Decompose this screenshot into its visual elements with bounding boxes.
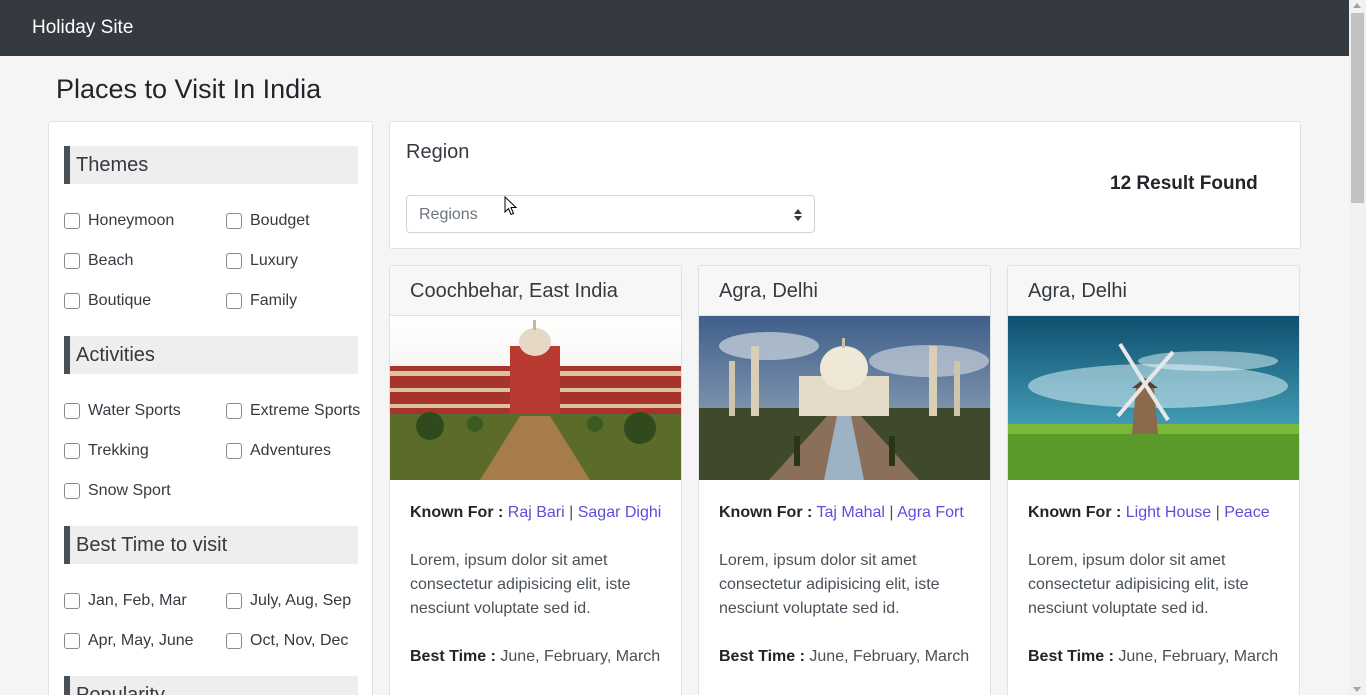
known-for: Known For : Light House | Peace xyxy=(1028,504,1270,521)
checkbox-trekking[interactable]: Trekking xyxy=(64,442,149,460)
checkbox-apr-may-june[interactable]: Apr, May, June xyxy=(64,632,194,650)
checkbox-box[interactable] xyxy=(64,293,80,309)
known-for-link[interactable]: Taj Mahal xyxy=(816,504,884,521)
known-for: Known For : Raj Bari | Sagar Dighi xyxy=(410,504,662,521)
checkbox-box[interactable] xyxy=(64,213,80,229)
checkbox-box[interactable] xyxy=(226,443,242,459)
brand-link[interactable]: Holiday Site xyxy=(32,17,133,39)
known-for-link[interactable]: Peace xyxy=(1224,504,1269,521)
region-select-value: Regions xyxy=(419,206,478,223)
themes-heading: Themes xyxy=(64,146,358,184)
mouse-cursor-icon xyxy=(504,196,518,216)
checkbox-boutique[interactable]: Boutique xyxy=(64,292,151,310)
known-for-link[interactable]: Raj Bari xyxy=(508,504,565,521)
windmill-photo xyxy=(1008,316,1299,480)
card-description: Lorem, ipsum dolor sit amet consectetur … xyxy=(719,552,940,617)
taj-mahal-photo xyxy=(699,316,990,480)
checkbox-box[interactable] xyxy=(64,483,80,499)
checkbox-box[interactable] xyxy=(64,443,80,459)
scroll-up-arrow-icon[interactable] xyxy=(1353,3,1361,8)
region-card: Region Regions 12 Result Found xyxy=(389,121,1301,249)
region-label: Region xyxy=(406,141,470,163)
card-description: Lorem, ipsum dolor sit amet consectetur … xyxy=(410,552,631,617)
checkbox-honeymoon[interactable]: Honeymoon xyxy=(64,212,174,230)
checkbox-box[interactable] xyxy=(226,593,242,609)
known-for: Known For : Taj Mahal | Agra Fort xyxy=(719,504,964,521)
region-select[interactable]: Regions xyxy=(406,195,815,233)
checkbox-adventures[interactable]: Adventures xyxy=(226,442,331,460)
destination-card[interactable]: Agra, Delhi Known For : Light House | Pe… xyxy=(1007,265,1300,695)
checkbox-box[interactable] xyxy=(64,633,80,649)
activities-heading: Activities xyxy=(64,336,358,374)
checkbox-box[interactable] xyxy=(226,293,242,309)
checkbox-oct-nov-dec[interactable]: Oct, Nov, Dec xyxy=(226,632,348,650)
scrollbar-thumb[interactable] xyxy=(1351,13,1364,203)
popularity-heading: Popularity xyxy=(64,676,358,695)
checkbox-box[interactable] xyxy=(64,593,80,609)
checkbox-box[interactable] xyxy=(64,403,80,419)
checkbox-snow-sport[interactable]: Snow Sport xyxy=(64,482,171,500)
checkbox-luxury[interactable]: Luxury xyxy=(226,252,298,270)
checkbox-jan-feb-mar[interactable]: Jan, Feb, Mar xyxy=(64,592,187,610)
card-header: Agra, Delhi xyxy=(699,266,990,316)
checkbox-box[interactable] xyxy=(64,253,80,269)
checkbox-extreme-sports[interactable]: Extreme Sports xyxy=(226,402,360,420)
best-time: Best Time : June, February, March xyxy=(410,648,661,665)
filter-sidebar: Themes Honeymoon Boudget Beach Luxury Bo… xyxy=(48,121,373,695)
checkbox-box[interactable] xyxy=(226,633,242,649)
checkbox-water-sports[interactable]: Water Sports xyxy=(64,402,181,420)
palace-photo xyxy=(390,316,681,480)
card-header: Agra, Delhi xyxy=(1008,266,1299,316)
checkbox-box[interactable] xyxy=(226,253,242,269)
checkbox-beach[interactable]: Beach xyxy=(64,252,133,270)
checkbox-boudget[interactable]: Boudget xyxy=(226,212,310,230)
best-time: Best Time : June, February, March xyxy=(719,648,970,665)
checkbox-box[interactable] xyxy=(226,213,242,229)
card-description: Lorem, ipsum dolor sit amet consectetur … xyxy=(1028,552,1249,617)
scroll-down-arrow-icon[interactable] xyxy=(1353,687,1361,692)
destination-card[interactable]: Agra, Delhi Known For : Taj Mahal | Agra… xyxy=(698,265,991,695)
known-for-link[interactable]: Light House xyxy=(1126,504,1211,521)
page-title: Places to Visit In India xyxy=(56,74,322,104)
best-time-heading: Best Time to visit xyxy=(64,526,358,564)
best-time: Best Time : June, February, March xyxy=(1028,648,1279,665)
select-arrows-icon xyxy=(794,209,802,221)
checkbox-family[interactable]: Family xyxy=(226,292,297,310)
result-count: 12 Result Found xyxy=(1110,173,1258,194)
page-scrollbar[interactable] xyxy=(1349,0,1366,695)
checkbox-box[interactable] xyxy=(226,403,242,419)
destination-card[interactable]: Coochbehar, East India Known For : Raj B… xyxy=(389,265,682,695)
known-for-link[interactable]: Sagar Dighi xyxy=(578,504,662,521)
navbar: Holiday Site xyxy=(0,0,1349,56)
known-for-link[interactable]: Agra Fort xyxy=(897,504,964,521)
card-header: Coochbehar, East India xyxy=(390,266,681,316)
checkbox-july-aug-sep[interactable]: July, Aug, Sep xyxy=(226,592,351,610)
